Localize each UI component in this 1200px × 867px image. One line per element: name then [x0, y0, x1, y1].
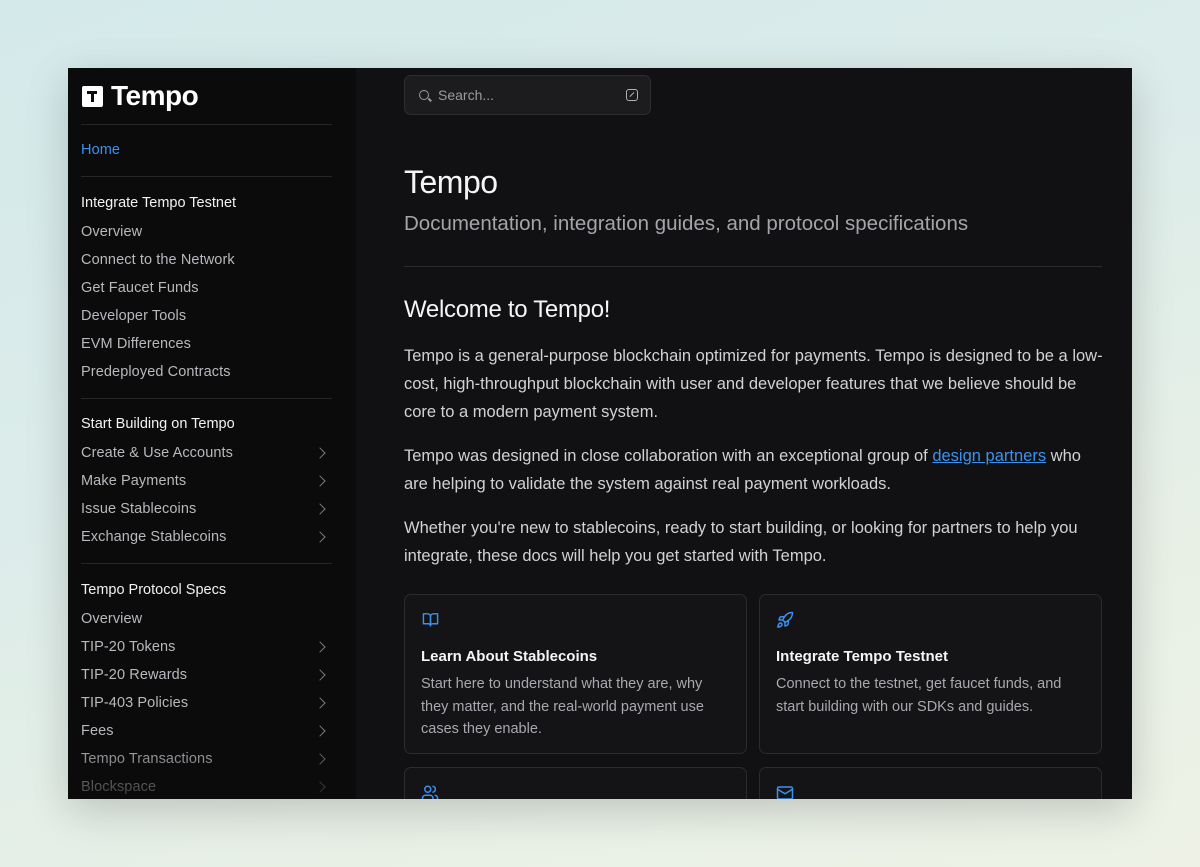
sidebar-item-label: Overview	[81, 611, 143, 627]
card-title: Integrate Tempo Testnet	[776, 648, 948, 665]
sidebar-item-label: Get Faucet Funds	[81, 280, 199, 296]
logo[interactable]: Tempo	[82, 80, 199, 112]
sidebar-section-protocol-specs: Tempo Protocol Specs	[81, 582, 227, 598]
chevron-right-icon	[314, 697, 326, 709]
sidebar: Tempo Home Integrate Tempo Testnet Overv…	[68, 68, 356, 799]
sidebar-item-label: Tempo Transactions	[81, 751, 213, 767]
sidebar-item-transactions[interactable]: Tempo Transactions	[81, 751, 332, 767]
page-subtitle: Documentation, integration guides, and p…	[404, 212, 969, 235]
divider	[81, 398, 332, 399]
divider	[404, 266, 1102, 267]
app-window: Tempo Home Integrate Tempo Testnet Overv…	[68, 68, 1132, 799]
sidebar-item-label: Predeployed Contracts	[81, 364, 231, 380]
sidebar-item-tip403-policies[interactable]: TIP-403 Policies	[81, 695, 332, 711]
card-description: Connect to the testnet, get faucet funds…	[776, 676, 1062, 715]
chevron-right-icon	[314, 475, 326, 487]
sidebar-item-evm-differences[interactable]: EVM Differences	[81, 336, 332, 352]
rocket-icon	[777, 611, 794, 628]
sidebar-item-exchange-stablecoins[interactable]: Exchange Stablecoins	[81, 529, 332, 545]
card-contact[interactable]	[759, 767, 1102, 799]
card-learn-stablecoins[interactable]: Learn About Stablecoins Start here to un…	[404, 594, 747, 754]
tempo-logo-icon	[82, 85, 103, 107]
sidebar-item-label: Create & Use Accounts	[81, 445, 234, 461]
sidebar-item-label: Blockspace	[81, 779, 157, 795]
chevron-right-icon	[314, 447, 326, 459]
chevron-right-icon	[314, 641, 326, 653]
welcome-heading: Welcome to Tempo!	[404, 296, 611, 323]
sidebar-item-blockspace[interactable]: Blockspace	[81, 779, 332, 795]
card-integrate-testnet[interactable]: Integrate Tempo Testnet Connect to the t…	[759, 594, 1102, 754]
sidebar-item-tip20-tokens[interactable]: TIP-20 Tokens	[81, 639, 332, 655]
search-box[interactable]: Search...	[404, 75, 651, 115]
card-partners[interactable]	[404, 767, 747, 799]
sidebar-item-specs-overview[interactable]: Overview	[81, 611, 332, 627]
sidebar-item-accounts[interactable]: Create & Use Accounts	[81, 445, 332, 461]
sidebar-item-label: Overview	[81, 224, 143, 240]
edit-shortcut-icon	[626, 89, 638, 101]
users-icon	[421, 785, 439, 799]
sidebar-item-overview[interactable]: Overview	[81, 224, 332, 240]
search-icon	[419, 90, 429, 100]
design-partners-link[interactable]: design partners	[932, 447, 1046, 465]
sidebar-item-fees[interactable]: Fees	[81, 723, 332, 739]
sidebar-item-tip20-rewards[interactable]: TIP-20 Rewards	[81, 667, 332, 683]
chevron-right-icon	[314, 503, 326, 515]
sidebar-item-connect-network[interactable]: Connect to the Network	[81, 252, 332, 268]
sidebar-item-label: TIP-403 Policies	[81, 695, 189, 711]
sidebar-item-label: Fees	[81, 723, 114, 739]
chevron-right-icon	[314, 781, 326, 793]
intro-paragraph: Tempo is a general-purpose blockchain op…	[404, 347, 1103, 421]
sidebar-item-faucet[interactable]: Get Faucet Funds	[81, 280, 332, 296]
divider	[81, 563, 332, 564]
sidebar-item-payments[interactable]: Make Payments	[81, 473, 332, 489]
partners-paragraph: Tempo was designed in close collaboratio…	[404, 442, 1104, 498]
getting-started-paragraph: Whether you're new to stablecoins, ready…	[404, 519, 1078, 565]
sidebar-item-label: TIP-20 Rewards	[81, 667, 188, 683]
sidebar-item-label: Developer Tools	[81, 308, 187, 324]
page-title: Tempo	[404, 164, 498, 200]
chevron-right-icon	[314, 669, 326, 681]
sidebar-item-issue-stablecoins[interactable]: Issue Stablecoins	[81, 501, 332, 517]
sidebar-item-label: Issue Stablecoins	[81, 501, 197, 517]
sidebar-item-predeployed[interactable]: Predeployed Contracts	[81, 364, 332, 380]
sidebar-item-home[interactable]: Home	[81, 142, 332, 158]
sidebar-item-label: EVM Differences	[81, 336, 192, 352]
paragraph-text: Tempo was designed in close collaboratio…	[404, 447, 933, 465]
mail-icon	[776, 786, 794, 799]
chevron-right-icon	[314, 753, 326, 765]
chevron-right-icon	[314, 725, 326, 737]
sidebar-section-start-building: Start Building on Tempo	[81, 416, 235, 432]
main-content: Search... Tempo Documentation, integrati…	[356, 68, 1132, 799]
sidebar-section-integrate: Integrate Tempo Testnet	[81, 195, 237, 211]
sidebar-item-label: Connect to the Network	[81, 252, 235, 268]
sidebar-item-developer-tools[interactable]: Developer Tools	[81, 308, 332, 324]
sidebar-item-label: Make Payments	[81, 473, 187, 489]
sidebar-item-label: TIP-20 Tokens	[81, 639, 176, 655]
card-title: Learn About Stablecoins	[421, 648, 598, 665]
divider	[81, 124, 332, 125]
logo-text: Tempo	[111, 80, 199, 111]
search-input[interactable]: Search...	[438, 87, 494, 103]
divider	[81, 176, 332, 177]
chevron-right-icon	[314, 531, 326, 543]
card-description: Start here to understand what they are, …	[421, 676, 704, 737]
book-icon	[422, 613, 439, 627]
sidebar-item-label: Exchange Stablecoins	[81, 529, 227, 545]
